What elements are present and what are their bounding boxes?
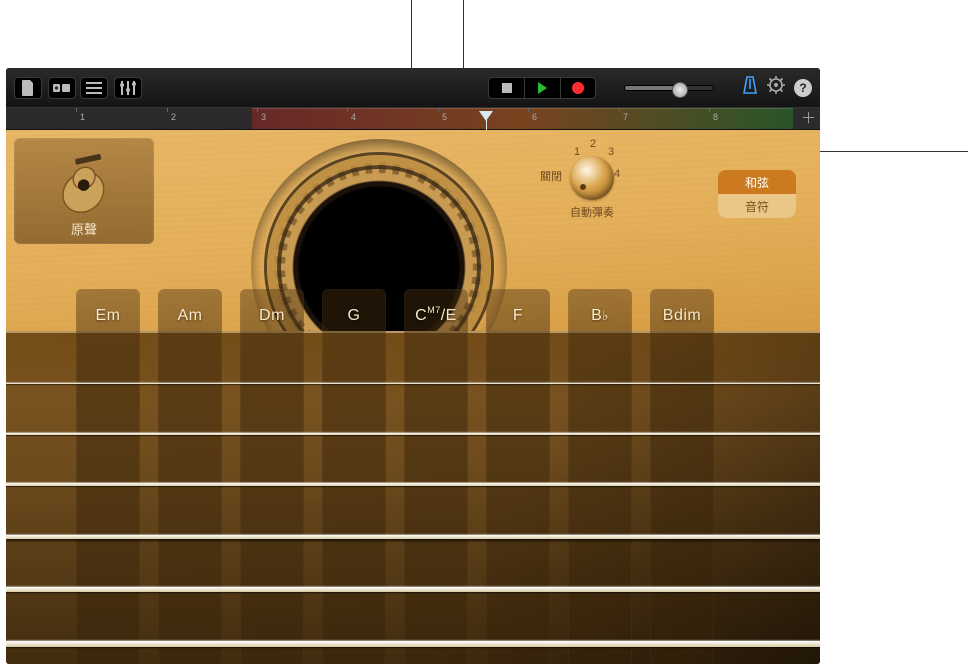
garageband-window: ? 1 2 3 4 5 6 7 8 ＋ 原聲 1 <box>6 68 820 664</box>
play-button[interactable] <box>524 77 560 99</box>
autoplay-caption: 自動彈奏 <box>544 204 640 220</box>
my-songs-button[interactable] <box>14 77 42 99</box>
string-4[interactable] <box>6 535 820 539</box>
chords-mode-label: 和弦 <box>745 174 769 191</box>
callout-leader-playhead <box>820 151 968 152</box>
ruler-bar-label: 6 <box>532 112 537 122</box>
chord-label: F <box>513 307 523 325</box>
track-controls-button[interactable] <box>114 77 142 99</box>
callout-leader-play <box>411 0 412 70</box>
notes-mode-label: 音符 <box>745 198 769 215</box>
chord-strip-area: Em Am Dm G CM7/E F B♭ Bdim <box>6 331 820 664</box>
autoplay-pos-1: 1 <box>574 146 580 158</box>
playhead-line <box>486 120 487 130</box>
chord-label: Dm <box>259 307 285 325</box>
ruler-bar-label: 1 <box>80 112 85 122</box>
chords-mode-button[interactable]: 和弦 <box>718 170 796 194</box>
chord-accidental: ♭ <box>602 308 609 324</box>
chord-root: C <box>415 307 427 325</box>
browser-button[interactable] <box>48 77 76 99</box>
add-section-button[interactable]: ＋ <box>801 111 816 126</box>
ruler-bar-label: 5 <box>442 112 447 122</box>
timeline-ruler[interactable]: 1 2 3 4 5 6 7 8 ＋ <box>6 108 820 130</box>
record-button[interactable] <box>560 77 596 99</box>
record-icon <box>572 82 584 94</box>
stop-icon <box>502 83 512 93</box>
chord-label: Bdim <box>663 307 701 325</box>
autoplay-off-label: 關閉 <box>540 168 562 184</box>
string-5[interactable] <box>6 587 820 592</box>
control-bar: ? <box>6 68 820 108</box>
chords-notes-toggle: 和弦 音符 <box>718 170 796 218</box>
help-icon: ? <box>799 81 806 95</box>
ruler-bar-label: 2 <box>171 112 176 122</box>
ruler-bar-label: 7 <box>623 112 628 122</box>
ruler-bar-label: 8 <box>713 112 718 122</box>
autoplay-pos-2: 2 <box>590 138 596 150</box>
chord-label: G <box>348 307 361 325</box>
tracks-button[interactable] <box>80 77 108 99</box>
string-1[interactable] <box>6 383 820 384</box>
help-button[interactable]: ? <box>794 79 812 97</box>
ruler-bar-label: 3 <box>261 112 266 122</box>
string-2[interactable] <box>6 433 820 435</box>
metronome-button[interactable] <box>740 75 760 100</box>
autoplay-control: 1 2 3 4 關閉 自動彈奏 <box>544 154 640 220</box>
string-6[interactable] <box>6 641 820 647</box>
callout-leader-record <box>463 0 464 70</box>
transport-controls <box>488 77 596 99</box>
string-3[interactable] <box>6 483 820 486</box>
chord-label: B♭ <box>568 289 632 343</box>
chord-label: CM7/E <box>404 289 468 343</box>
chord-label: Am <box>178 307 203 325</box>
instrument-selector[interactable]: 原聲 <box>14 138 154 244</box>
cycle-region[interactable] <box>252 108 793 129</box>
stop-button[interactable] <box>488 77 524 99</box>
notes-mode-button[interactable]: 音符 <box>718 194 796 218</box>
master-volume-slider[interactable] <box>624 85 714 91</box>
chord-label: Em <box>96 307 121 325</box>
acoustic-guitar-icon <box>33 130 135 231</box>
autoplay-pos-4: 4 <box>614 168 620 180</box>
play-icon <box>538 82 547 94</box>
chord-root: B <box>591 307 602 325</box>
guitar-strings <box>6 377 820 647</box>
autoplay-knob[interactable] <box>570 156 614 200</box>
autoplay-pos-3: 3 <box>608 146 614 158</box>
ruler-bar-label: 4 <box>351 112 356 122</box>
settings-button[interactable] <box>766 75 786 100</box>
chord-quality: M7 <box>427 305 441 315</box>
chord-bass: /E <box>441 307 457 325</box>
